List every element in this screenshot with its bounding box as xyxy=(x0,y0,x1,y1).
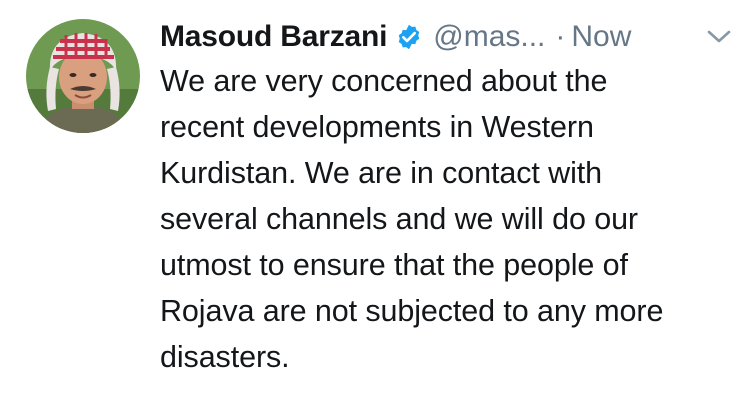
tweet-text-line: recent developments in Western xyxy=(160,110,594,144)
tweet-card[interactable]: Masoud Barzani @mas... · Now We are very… xyxy=(0,0,750,415)
tweet-text-line: disasters. xyxy=(160,340,290,374)
profile-photo-icon xyxy=(26,19,140,133)
separator-dot: · xyxy=(555,20,566,53)
tweet-text-line: Rojava are not subjected to any more xyxy=(160,294,664,328)
tweet-text-line: We are very concerned about the xyxy=(160,64,608,98)
tweet-text-line: utmost to ensure that the people of xyxy=(160,248,628,282)
tweet-header: Masoud Barzani @mas... · Now xyxy=(160,14,631,60)
verified-badge-icon xyxy=(395,23,423,51)
tweet-text-line: Kurdistan. We are in contact with xyxy=(160,156,602,190)
avatar[interactable] xyxy=(26,19,140,133)
display-name[interactable]: Masoud Barzani xyxy=(160,20,387,54)
chevron-down-icon[interactable] xyxy=(706,26,732,48)
timestamp[interactable]: Now xyxy=(571,20,631,54)
tweet-text-line: several channels and we will do our xyxy=(160,202,638,236)
user-handle[interactable]: @mas... xyxy=(433,20,545,54)
tweet-text: We are very concerned about the recent d… xyxy=(160,58,745,380)
